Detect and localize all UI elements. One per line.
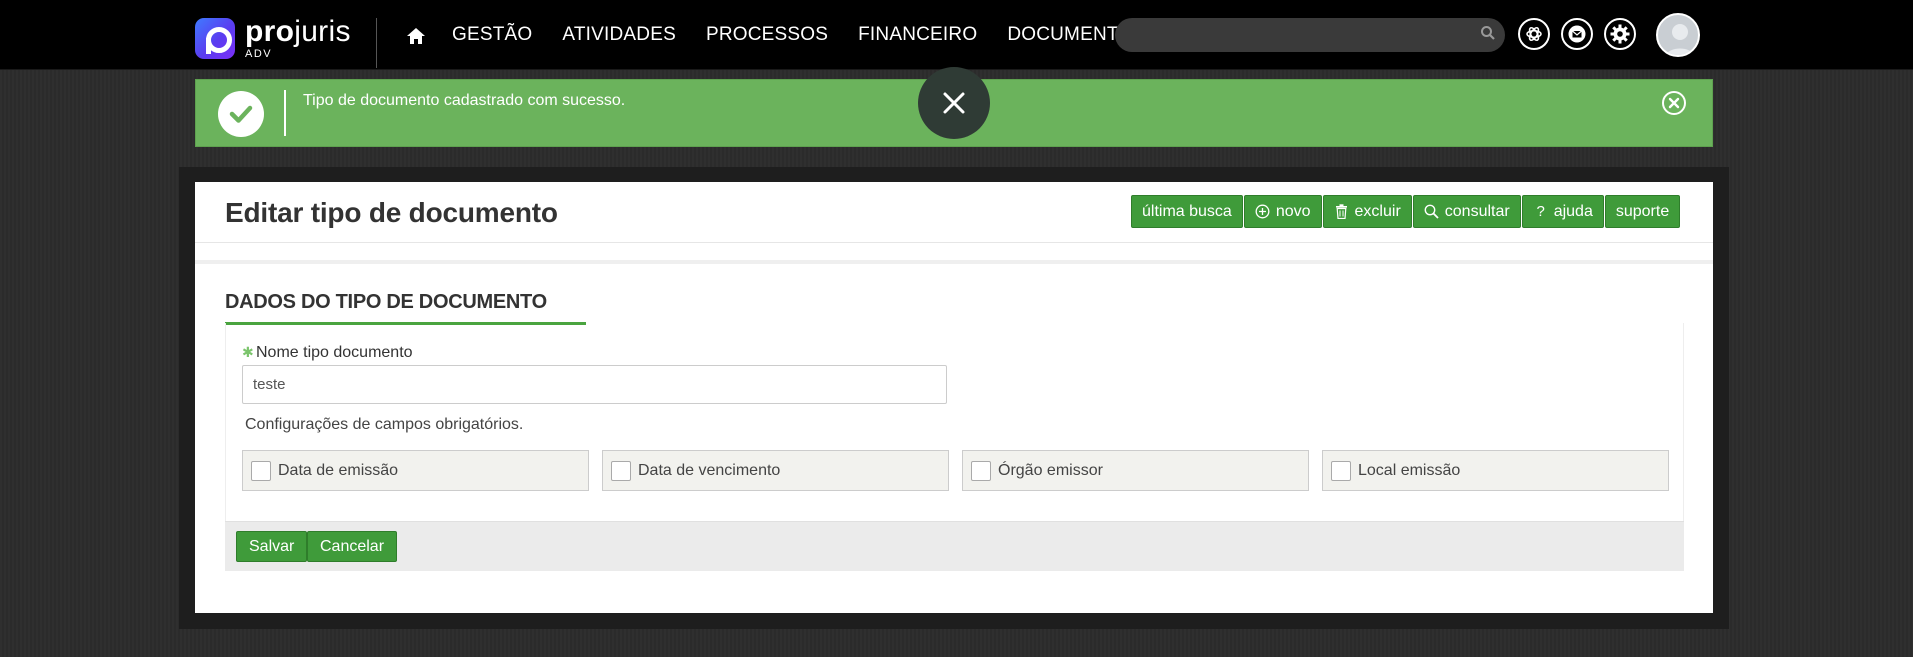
nav-processos[interactable]: PROCESSOS xyxy=(706,24,828,46)
user-avatar[interactable] xyxy=(1656,13,1700,57)
nav-atividades[interactable]: ATIVIDADES xyxy=(562,24,676,46)
nav-financeiro[interactable]: FINANCEIRO xyxy=(858,24,977,46)
document-type-name-input[interactable] xyxy=(242,365,947,404)
action-toolbar: última busca novo excluir consultar ? aj… xyxy=(1131,195,1681,228)
page-title: Editar tipo de documento xyxy=(225,197,558,228)
required-fields-checkboxes: Data de emissão Data de vencimento Órgão… xyxy=(242,450,1669,491)
trash-icon xyxy=(1334,204,1350,220)
mail-icon[interactable] xyxy=(1561,18,1593,50)
logo-subtitle: ADV xyxy=(245,48,273,60)
home-icon[interactable] xyxy=(406,26,426,46)
delete-button[interactable]: excluir xyxy=(1322,195,1412,228)
cancel-button[interactable]: Cancelar xyxy=(307,531,398,562)
top-navbar: projuris ADV GESTÃO ATIVIDADES PROCESSOS… xyxy=(0,0,1913,70)
checkbox-square[interactable] xyxy=(1331,460,1351,481)
checkbox-local-emissao[interactable]: Local emissão xyxy=(1322,450,1669,491)
last-search-button[interactable]: última busca xyxy=(1131,195,1243,228)
close-icon xyxy=(943,92,965,114)
logo-wordmark: projuris xyxy=(245,15,351,48)
plus-circle-icon xyxy=(1255,204,1271,220)
required-fields-config-label: Configurações de campos obrigatórios. xyxy=(245,416,524,433)
projuris-logo-icon xyxy=(195,18,235,59)
save-button[interactable]: Salvar xyxy=(236,531,308,562)
support-button[interactable]: suporte xyxy=(1604,195,1681,228)
required-mark-icon: ✱ xyxy=(242,344,254,360)
checkbox-square[interactable] xyxy=(251,460,271,481)
alert-message: Tipo de documento cadastrado com sucesso… xyxy=(303,92,626,109)
checkbox-data-emissao[interactable]: Data de emissão xyxy=(242,450,589,491)
section-title: DADOS DO TIPO DE DOCUMENTO xyxy=(225,291,547,313)
overlay-close-button[interactable] xyxy=(918,67,990,139)
nav-gestao[interactable]: GESTÃO xyxy=(452,24,532,46)
projuris-logo[interactable]: projuris ADV xyxy=(195,15,351,60)
main-nav: GESTÃO ATIVIDADES PROCESSOS FINANCEIRO D… xyxy=(452,24,1146,46)
openai-icon[interactable] xyxy=(1518,18,1550,50)
help-button[interactable]: ? ajuda xyxy=(1521,195,1604,228)
nav-divider xyxy=(376,18,377,68)
header-separator xyxy=(195,260,1713,264)
settings-gear-icon[interactable] xyxy=(1604,18,1636,50)
search-icon[interactable] xyxy=(1480,25,1496,41)
alert-divider xyxy=(284,90,286,136)
question-icon: ? xyxy=(1536,203,1545,220)
checkbox-data-vencimento[interactable]: Data de vencimento xyxy=(602,450,949,491)
search-query-button[interactable]: consultar xyxy=(1412,195,1521,228)
edit-document-type-panel: Editar tipo de documento última busca no… xyxy=(195,182,1713,613)
magnifier-icon xyxy=(1424,204,1440,220)
checkbox-square[interactable] xyxy=(611,460,631,481)
checkbox-square[interactable] xyxy=(971,460,991,481)
form-actions-bar xyxy=(225,521,1684,571)
name-field-label: Nome tipo documento xyxy=(256,344,413,361)
alert-close-icon[interactable] xyxy=(1662,91,1686,115)
header-divider xyxy=(195,242,1713,243)
global-search-input[interactable] xyxy=(1115,18,1505,52)
checkbox-orgao-emissor[interactable]: Órgão emissor xyxy=(962,450,1309,491)
check-icon xyxy=(218,91,264,137)
new-button[interactable]: novo xyxy=(1243,195,1322,228)
